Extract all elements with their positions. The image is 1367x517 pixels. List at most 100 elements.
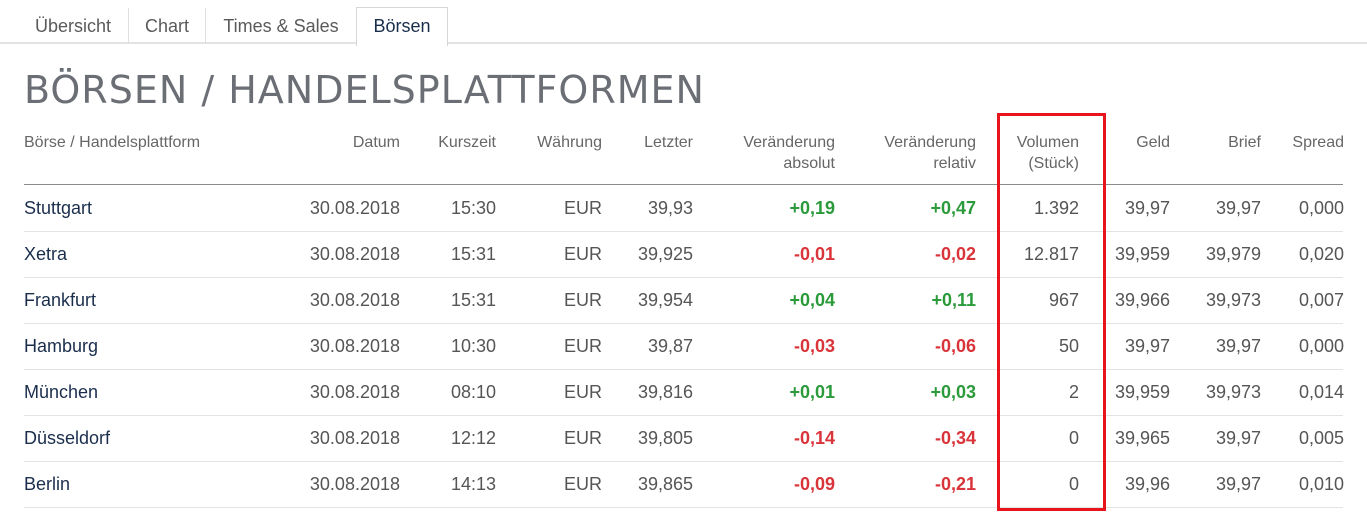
row-divider [24,507,1343,508]
column-header-last[interactable]: Letzter [602,132,693,153]
cell-time: 08:10 [450,382,496,402]
table-row: Düsseldorf 30.08.2018 12:12 EUR 39,805 -… [0,415,1367,461]
cell-bid: 39,959 [1114,244,1170,264]
exchange-link[interactable]: Düsseldorf [24,415,264,461]
column-header-volume[interactable]: Volumen (Stück) [976,132,1079,174]
cell-spread: 0,007 [1298,290,1344,310]
cell-volume: 0 [1068,474,1079,494]
column-header-ask[interactable]: Brief [1170,132,1261,153]
cell-bid: 39,966 [1114,290,1170,310]
cell-ask: 39,97 [1215,336,1261,356]
cell-spread: 0,000 [1298,198,1344,218]
column-header-bid[interactable]: Geld [1079,132,1170,153]
cell-bid: 39,965 [1114,428,1170,448]
cell-bid: 39,97 [1124,198,1170,218]
cell-time: 12:12 [450,428,496,448]
exchange-link[interactable]: München [24,369,264,415]
exchange-link[interactable]: Hamburg [24,323,264,369]
column-header-exchange[interactable]: Börse / Handelsplattform [24,132,264,153]
cell-change-rel: -0,02 [934,244,976,264]
cell-change-rel: +0,47 [930,198,976,218]
cell-volume: 967 [1048,290,1079,310]
tab-boersen[interactable]: Börsen [356,7,448,46]
column-header-label: Kurszeit [438,134,496,151]
cell-volume: 2 [1068,382,1079,402]
cell-ask: 39,97 [1215,198,1261,218]
column-header-label: Letzter [644,134,693,151]
exchange-link[interactable]: Stuttgart [24,185,264,231]
cell-currency: EUR [563,244,602,264]
cell-date: 30.08.2018 [309,428,400,448]
cell-spread: 0,005 [1298,428,1344,448]
cell-change-rel: -0,06 [934,336,976,356]
cell-spread: 0,014 [1298,382,1344,402]
cell-spread: 0,000 [1298,336,1344,356]
cell-bid: 39,97 [1124,336,1170,356]
page-title: BÖRSEN / HANDELSPLATTFORMEN [24,68,705,112]
column-header-sublabel: (Stück) [1028,155,1079,172]
cell-last: 39,925 [637,244,693,264]
tab-bar: Übersicht Chart Times & Sales Börsen [0,0,1367,46]
cell-currency: EUR [563,428,602,448]
column-header-label: Brief [1228,134,1261,151]
cell-ask: 39,979 [1205,244,1261,264]
cell-last: 39,816 [637,382,693,402]
column-header-date[interactable]: Datum [280,132,400,153]
cell-change-abs: +0,01 [789,382,835,402]
cell-ask: 39,973 [1205,382,1261,402]
table-row: Berlin 30.08.2018 14:13 EUR 39,865 -0,09… [0,461,1367,507]
cell-spread: 0,010 [1298,474,1344,494]
column-header-spread[interactable]: Spread [1261,132,1344,153]
table-row: Hamburg 30.08.2018 10:30 EUR 39,87 -0,03… [0,323,1367,369]
column-header-label: Spread [1292,134,1344,151]
column-header-change-abs[interactable]: Veränderung absolut [693,132,835,174]
cell-time: 15:31 [450,244,496,264]
cell-bid: 39,959 [1114,382,1170,402]
cell-volume: 50 [1058,336,1079,356]
cell-currency: EUR [563,382,602,402]
cell-change-rel: +0,11 [931,290,976,310]
table-row: München 30.08.2018 08:10 EUR 39,816 +0,0… [0,369,1367,415]
cell-ask: 39,97 [1215,428,1261,448]
column-header-label: Währung [537,134,602,151]
cell-volume: 1.392 [1033,198,1079,218]
cell-bid: 39,96 [1124,474,1170,494]
cell-ask: 39,973 [1205,290,1261,310]
column-header-label: Veränderung [743,134,835,151]
cell-change-abs: -0,14 [793,428,835,448]
column-header-sublabel: absolut [783,155,835,172]
cell-change-abs: -0,01 [793,244,835,264]
cell-change-rel: +0,03 [930,382,976,402]
column-header-label: Börse / Handelsplattform [24,134,201,151]
cell-change-abs: -0,03 [793,336,835,356]
cell-currency: EUR [563,336,602,356]
cell-date: 30.08.2018 [309,474,400,494]
exchange-link[interactable]: Xetra [24,231,264,277]
cell-time: 15:30 [450,198,496,218]
cell-time: 14:13 [450,474,496,494]
cell-date: 30.08.2018 [309,198,400,218]
cell-spread: 0,020 [1298,244,1344,264]
tab-chart[interactable]: Chart [129,8,206,44]
cell-change-abs: +0,19 [789,198,835,218]
cell-currency: EUR [563,474,602,494]
exchange-link[interactable]: Berlin [24,461,264,507]
cell-date: 30.08.2018 [309,290,400,310]
column-header-label: Veränderung [884,134,976,151]
column-header-label: Geld [1136,134,1170,151]
tab-times-and-sales[interactable]: Times & Sales [206,8,356,44]
cell-change-rel: -0,34 [934,428,976,448]
table-row: Frankfurt 30.08.2018 15:31 EUR 39,954 +0… [0,277,1367,323]
cell-date: 30.08.2018 [309,336,400,356]
exchange-link[interactable]: Frankfurt [24,277,264,323]
cell-change-rel: -0,21 [934,474,976,494]
cell-ask: 39,97 [1215,474,1261,494]
column-header-change-rel[interactable]: Veränderung relativ [835,132,976,174]
tab-uebersicht[interactable]: Übersicht [18,8,129,44]
column-header-time[interactable]: Kurszeit [400,132,496,153]
cell-date: 30.08.2018 [309,244,400,264]
column-header-label: Volumen [1016,134,1079,151]
table-row: Xetra 30.08.2018 15:31 EUR 39,925 -0,01 … [0,231,1367,277]
cell-time: 15:31 [450,290,496,310]
column-header-currency[interactable]: Währung [496,132,602,153]
